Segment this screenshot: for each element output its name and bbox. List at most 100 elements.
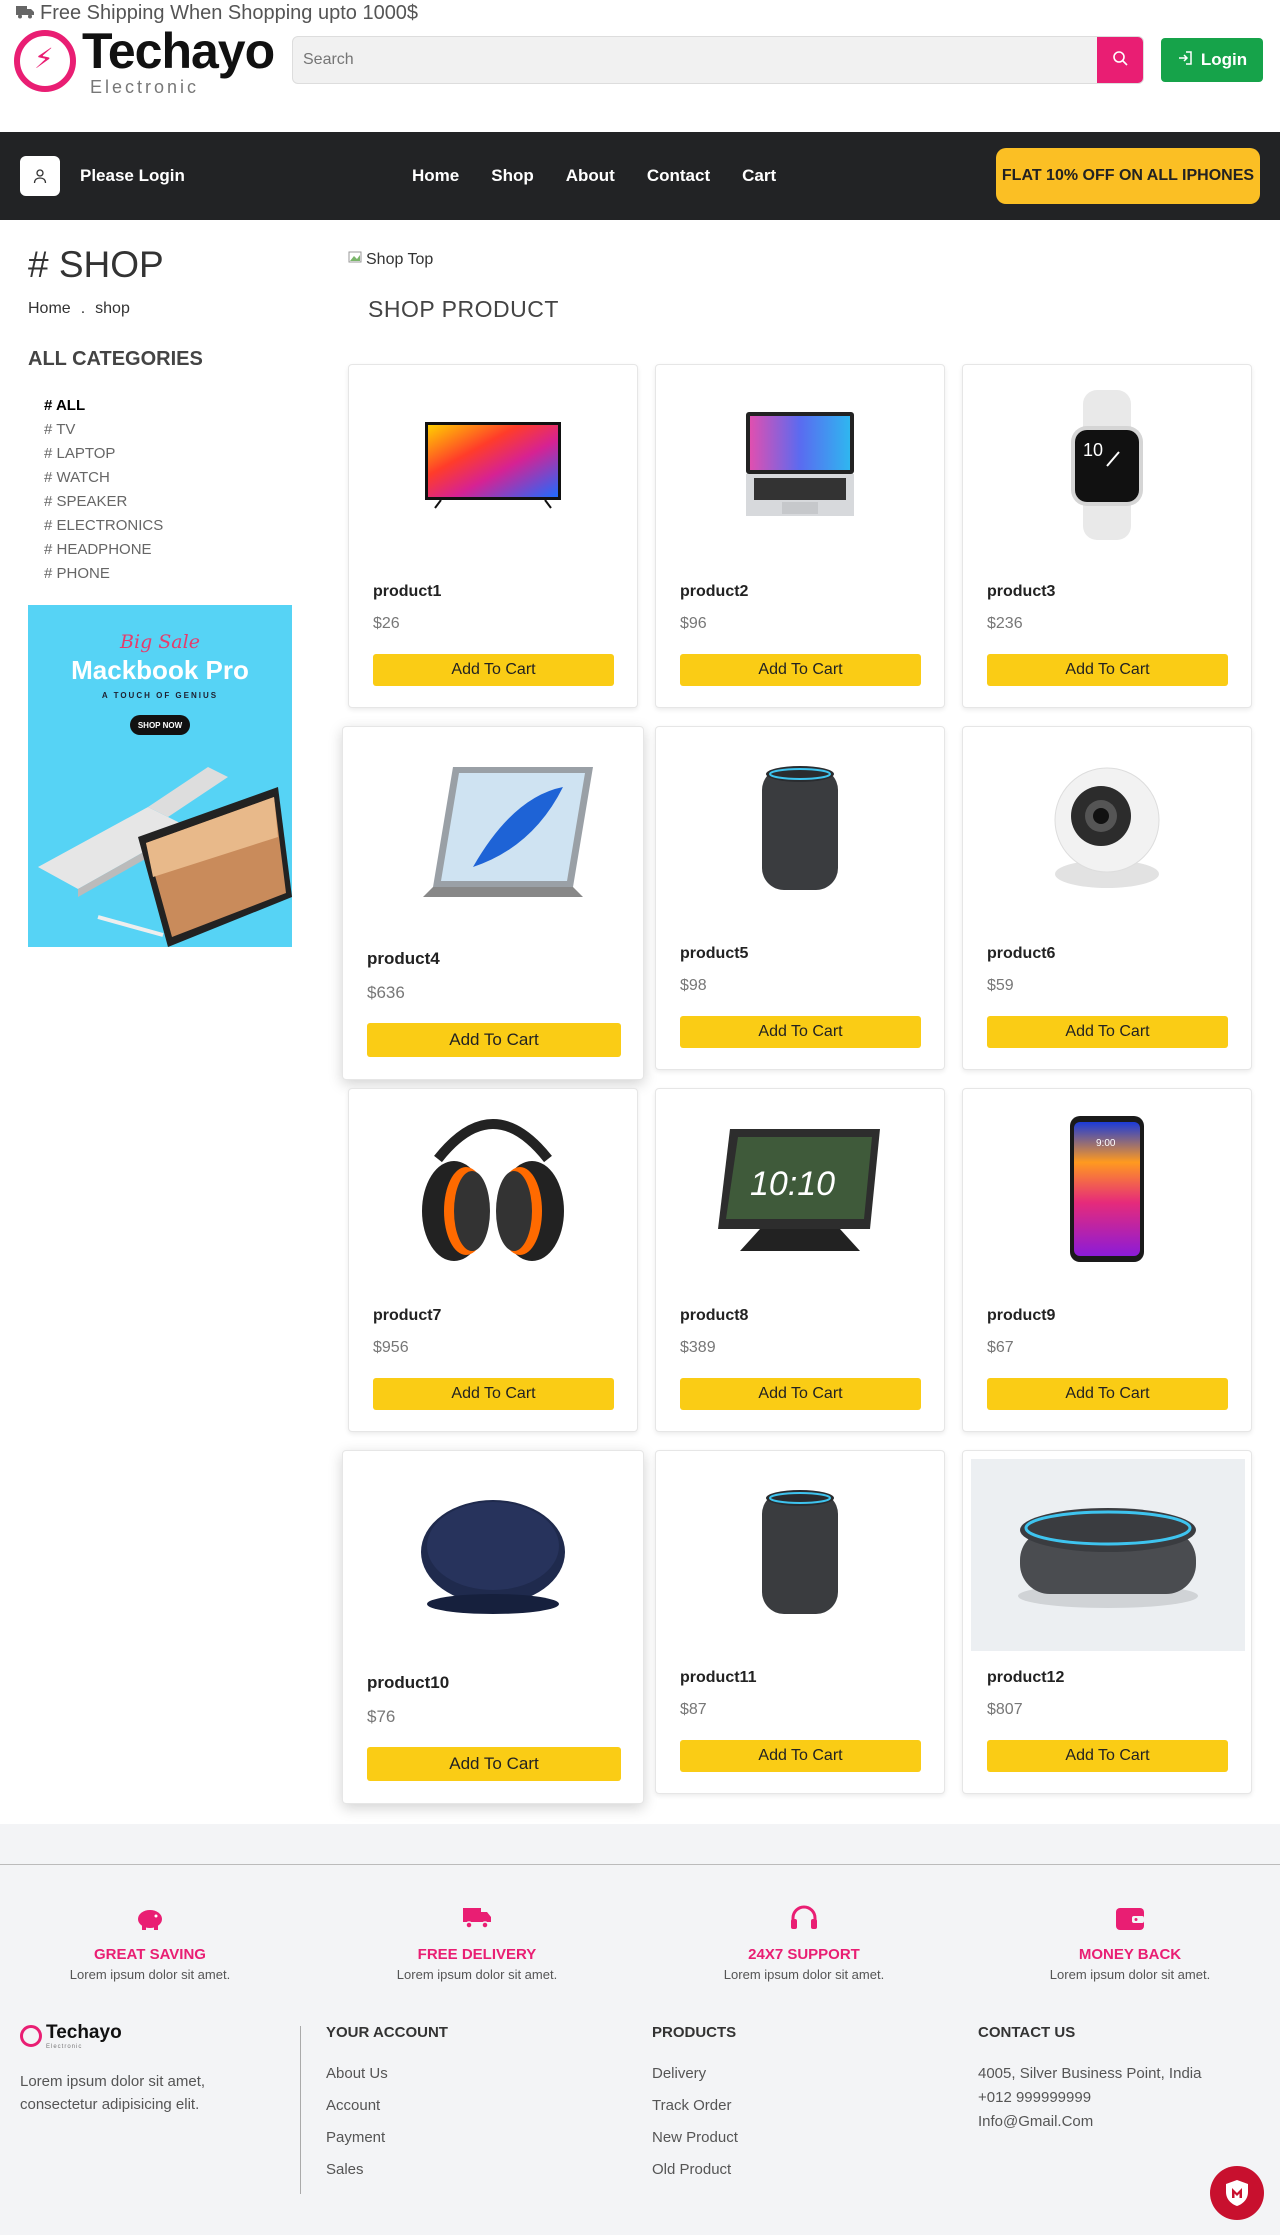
footer-divider-line bbox=[0, 1864, 1280, 1865]
product-name[interactable]: product5 bbox=[680, 945, 748, 963]
product-card[interactable]: product10 $76 Add To Cart bbox=[342, 1450, 644, 1804]
promo-button[interactable]: FLAT 10% OFF ON ALL IPHONES bbox=[996, 148, 1260, 204]
breadcrumb-separator: . bbox=[80, 300, 86, 317]
nav-about[interactable]: About bbox=[566, 166, 615, 186]
product-name[interactable]: product10 bbox=[367, 1673, 449, 1693]
user-icon[interactable] bbox=[20, 156, 60, 196]
piggy-bank-icon bbox=[0, 1904, 300, 1936]
please-login-link[interactable]: Please Login bbox=[80, 166, 185, 186]
feature-title: 24X7 SUPPORT bbox=[748, 1946, 860, 1963]
breadcrumb-home[interactable]: Home bbox=[28, 300, 71, 318]
ad-shop-now-button[interactable]: SHOP NOW bbox=[130, 715, 190, 735]
product-name[interactable]: product9 bbox=[987, 1307, 1055, 1325]
nav-shop[interactable]: Shop bbox=[491, 166, 534, 186]
search-button[interactable] bbox=[1097, 37, 1143, 83]
product-card[interactable]: 9:00 product9 $67 Add To Cart bbox=[962, 1088, 1252, 1432]
nav-contact[interactable]: Contact bbox=[647, 166, 710, 186]
product-price: $67 bbox=[987, 1339, 1014, 1356]
laptop-icon bbox=[656, 365, 944, 565]
footer-contact-column: CONTACT US 4005, Silver Business Point, … bbox=[978, 2024, 1201, 2137]
add-to-cart-button[interactable]: Add To Cart bbox=[987, 1016, 1228, 1048]
footer-link-delivery[interactable]: Delivery bbox=[652, 2065, 738, 2097]
macbook-ad-banner[interactable]: Big Sale Mackbook Pro A TOUCH OF GENIUS … bbox=[28, 605, 292, 947]
product-name[interactable]: product4 bbox=[367, 949, 440, 969]
category-speaker[interactable]: # SPEAKER bbox=[44, 493, 294, 517]
search-input[interactable] bbox=[293, 37, 1097, 83]
footer-link-about-us[interactable]: About Us bbox=[326, 2065, 448, 2097]
category-laptop[interactable]: # LAPTOP bbox=[44, 445, 294, 469]
product-card[interactable]: product5 $98 Add To Cart bbox=[655, 726, 945, 1070]
product-name[interactable]: product11 bbox=[680, 1669, 756, 1687]
top-header: Free Shipping When Shopping upto 1000$ T… bbox=[0, 0, 1280, 130]
category-phone[interactable]: # PHONE bbox=[44, 565, 294, 589]
add-to-cart-button[interactable]: Add To Cart bbox=[987, 654, 1228, 686]
product-card[interactable]: product12 $807 Add To Cart bbox=[962, 1450, 1252, 1794]
add-to-cart-button[interactable]: Add To Cart bbox=[987, 1740, 1228, 1772]
product-name[interactable]: product7 bbox=[373, 1307, 441, 1325]
product-name[interactable]: product8 bbox=[680, 1307, 748, 1325]
feature-title: MONEY BACK bbox=[1078, 1946, 1182, 1963]
truck-icon bbox=[327, 1904, 627, 1936]
footer-account-column: YOUR ACCOUNT About Us Account Payment Sa… bbox=[326, 2024, 448, 2193]
feature-money-back: MONEY BACK Lorem ipsum dolor sit amet. bbox=[980, 1904, 1280, 1982]
footer-link-sales[interactable]: Sales bbox=[326, 2161, 448, 2193]
product-name[interactable]: product6 bbox=[987, 945, 1055, 963]
category-electronics[interactable]: # ELECTRONICS bbox=[44, 517, 294, 541]
footer-link-account[interactable]: Account bbox=[326, 2097, 448, 2129]
contact-phone: +012 999999999 bbox=[978, 2089, 1092, 2106]
ad-tagline: Big Sale bbox=[120, 631, 200, 653]
footer-link-payment[interactable]: Payment bbox=[326, 2129, 448, 2161]
add-to-cart-button[interactable]: Add To Cart bbox=[367, 1023, 621, 1057]
product-card[interactable]: product4 $636 Add To Cart bbox=[342, 726, 644, 1080]
add-to-cart-button[interactable]: Add To Cart bbox=[373, 654, 614, 686]
add-to-cart-button[interactable]: Add To Cart bbox=[680, 1016, 921, 1048]
category-headphone[interactable]: # HEADPHONE bbox=[44, 541, 294, 565]
security-shield-icon[interactable] bbox=[1210, 2166, 1264, 2220]
contact-email[interactable]: Info@Gmail.Com bbox=[978, 2113, 1201, 2137]
product-price: $807 bbox=[987, 1701, 1023, 1718]
product-name[interactable]: product12 bbox=[987, 1669, 1064, 1687]
speaker-icon bbox=[656, 727, 944, 927]
wallet-icon bbox=[980, 1904, 1280, 1936]
product-card[interactable]: product6 $59 Add To Cart bbox=[962, 726, 1252, 1070]
product-price: $389 bbox=[680, 1339, 716, 1356]
tv-icon bbox=[349, 365, 637, 565]
add-to-cart-button[interactable]: Add To Cart bbox=[987, 1378, 1228, 1410]
product-price: $956 bbox=[373, 1339, 409, 1356]
add-to-cart-button[interactable]: Add To Cart bbox=[373, 1378, 614, 1410]
product-card[interactable]: product7 $956 Add To Cart bbox=[348, 1088, 638, 1432]
footer-link-track-order[interactable]: Track Order bbox=[652, 2097, 738, 2129]
svg-text:10: 10 bbox=[1083, 440, 1103, 460]
nav-cart[interactable]: Cart bbox=[742, 166, 776, 186]
product-card[interactable]: 10:10 product8 $389 Add To Cart bbox=[655, 1088, 945, 1432]
add-to-cart-button[interactable]: Add To Cart bbox=[680, 1740, 921, 1772]
headset-icon bbox=[654, 1904, 954, 1936]
breadcrumb-current: shop bbox=[95, 300, 130, 317]
footer-logo-subtitle: Electronic bbox=[46, 2044, 83, 2050]
add-to-cart-button[interactable]: Add To Cart bbox=[680, 654, 921, 686]
sidebar: # SHOP Home . shop ALL CATEGORIES # ALL … bbox=[28, 244, 294, 947]
phone-icon: 9:00 bbox=[963, 1089, 1251, 1289]
login-icon bbox=[1177, 50, 1193, 71]
shipping-notice: Free Shipping When Shopping upto 1000$ bbox=[16, 2, 418, 25]
category-watch[interactable]: # WATCH bbox=[44, 469, 294, 493]
category-all[interactable]: # ALL bbox=[44, 397, 294, 421]
category-tv[interactable]: # TV bbox=[44, 421, 294, 445]
product-card[interactable]: 10 product3 $236 Add To Cart bbox=[962, 364, 1252, 708]
product-name[interactable]: product3 bbox=[987, 583, 1055, 601]
shop-top-image: Shop Top bbox=[348, 250, 433, 269]
footer-link-old-product[interactable]: Old Product bbox=[652, 2161, 738, 2193]
product-card[interactable]: product11 $87 Add To Cart bbox=[655, 1450, 945, 1794]
product-card[interactable]: product1 $26 Add To Cart bbox=[348, 364, 638, 708]
product-card[interactable]: product2 $96 Add To Cart bbox=[655, 364, 945, 708]
site-logo[interactable]: Techayo Electronic bbox=[14, 26, 275, 96]
login-button[interactable]: Login bbox=[1161, 38, 1263, 82]
add-to-cart-button[interactable]: Add To Cart bbox=[367, 1747, 621, 1781]
footer-link-new-product[interactable]: New Product bbox=[652, 2129, 738, 2161]
nav-home[interactable]: Home bbox=[412, 166, 459, 186]
product-price: $98 bbox=[680, 977, 707, 994]
product-name[interactable]: product2 bbox=[680, 583, 748, 601]
footer-logo[interactable]: Techayo Electronic bbox=[20, 2022, 122, 2050]
product-name[interactable]: product1 bbox=[373, 583, 441, 601]
add-to-cart-button[interactable]: Add To Cart bbox=[680, 1378, 921, 1410]
